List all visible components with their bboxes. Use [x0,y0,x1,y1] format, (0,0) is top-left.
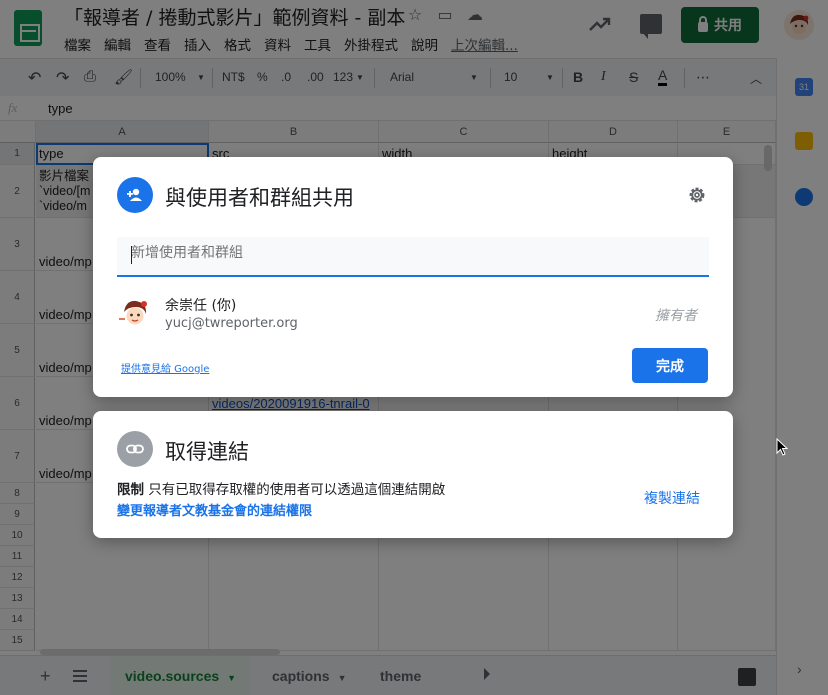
link-restriction: 限制 只有已取得存取權的使用者可以透過這個連結開啟 [117,478,445,498]
user-role-label: 擁有者 [655,308,697,324]
link-icon [117,431,153,467]
get-link-title: 取得連結 [165,440,249,464]
user-name: 余崇任 (你) [165,298,237,314]
share-dialog: 與使用者和群組共用 余崇任 (你) yucj@twreporter.org 擁有… [93,157,733,397]
change-link-permission[interactable]: 變更報導者文教基金會的連結權限 [117,500,312,519]
user-email: yucj@twreporter.org [165,316,298,331]
add-people-input[interactable] [131,245,691,261]
done-button[interactable]: 完成 [632,348,708,383]
restriction-label: 限制 [117,482,144,498]
user-avatar-illustration-icon [119,300,147,325]
add-person-icon [117,177,153,213]
add-people-field[interactable] [117,237,709,277]
get-link-dialog: 取得連結 限制 只有已取得存取權的使用者可以透過這個連結開啟 變更報導者文教基金… [93,411,733,538]
copy-link-button[interactable]: 複製連結 [644,488,700,508]
restriction-text: 只有已取得存取權的使用者可以透過這個連結開啟 [148,482,446,498]
text-caret [131,246,132,264]
user-avatar [117,295,153,331]
mouse-pointer-icon [776,438,788,456]
share-dialog-title: 與使用者和群組共用 [165,186,354,210]
feedback-link[interactable]: 提供意見給 Google [121,360,209,375]
settings-gear-icon[interactable] [686,184,708,206]
